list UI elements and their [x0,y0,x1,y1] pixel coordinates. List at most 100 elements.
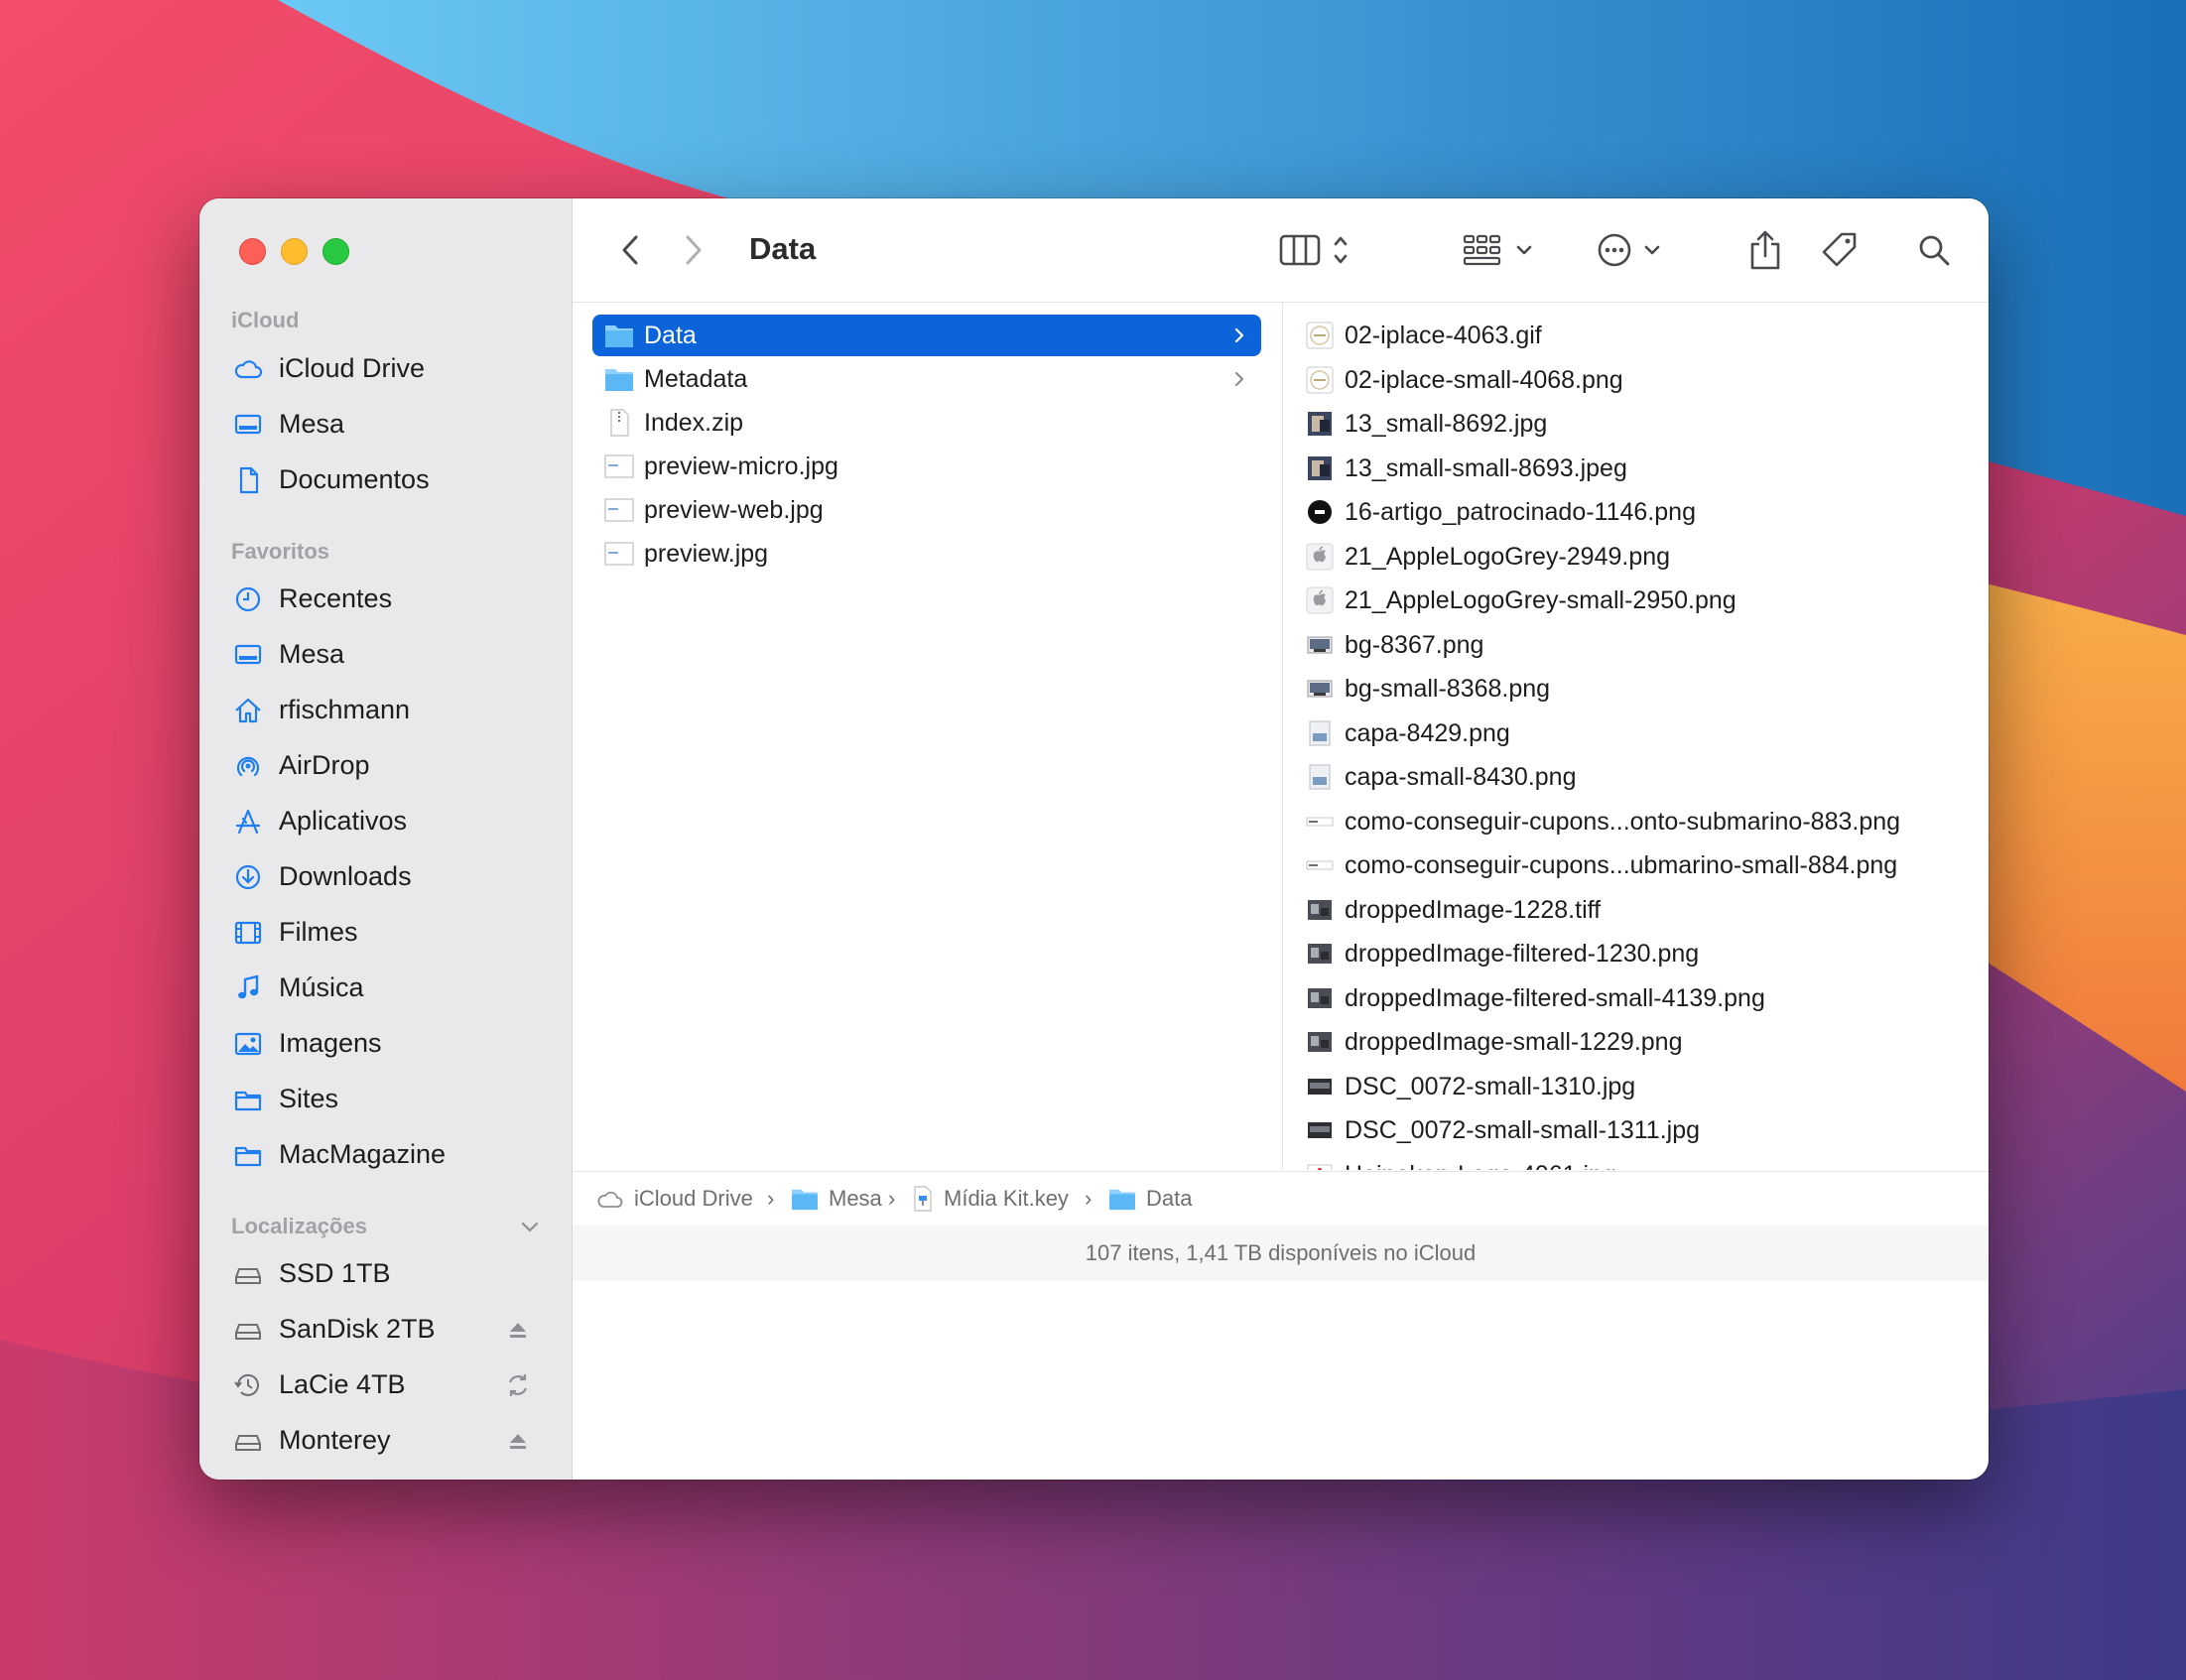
breadcrumb-label: Mídia Kit.key [944,1186,1069,1211]
list-item[interactable]: Metadata [592,358,1261,400]
list-item-label: Heineken-Logo-4061.jpg [1345,1154,1616,1171]
list-item[interactable]: 21_AppleLogoGrey-2949.png [1305,536,1960,578]
list-item[interactable]: como-conseguir-cupons...onto-submarino-8… [1305,801,1960,842]
sidebar-item-documentos[interactable]: Documentos [199,457,572,501]
sidebar-item-airdrop[interactable]: AirDrop [199,743,572,787]
chevron-left-icon [622,235,638,265]
finder-window: iCloud iCloud Drive Mesa Documentos Favo… [199,198,1989,1480]
list-item-label: 02-iplace-small-4068.png [1345,365,1623,394]
toolbar: Data [573,198,1989,303]
back-button[interactable] [612,228,648,272]
list-item[interactable]: preview-web.jpg [592,489,1261,531]
sidebar-item-sandisk-2tb[interactable]: SanDisk 2TB [199,1307,572,1351]
chevron-down-icon[interactable] [519,1216,541,1237]
breadcrumb-midia-kit[interactable]: Mídia Kit.key [912,1172,1069,1226]
list-item[interactable]: droppedImage-1228.tiff [1305,889,1960,931]
action-menu-button[interactable] [1595,228,1674,272]
list-item[interactable]: 21_AppleLogoGrey-small-2950.png [1305,580,1960,621]
close-button[interactable] [239,238,266,265]
list-item[interactable]: droppedImage-filtered-small-4139.png [1305,977,1960,1019]
list-item[interactable]: preview.jpg [592,533,1261,575]
breadcrumb-separator: › [1085,1186,1093,1211]
minimize-button[interactable] [281,238,308,265]
list-item-label: 21_AppleLogoGrey-2949.png [1345,542,1671,571]
folder-icon [233,1140,263,1170]
list-item[interactable]: droppedImage-filtered-1230.png [1305,933,1960,974]
list-item[interactable]: bg-8367.png [1305,624,1960,666]
view-mode-button[interactable] [1277,228,1356,272]
image-thumbnail-icon [1305,1072,1335,1101]
sidebar-item-ssd-1tb[interactable]: SSD 1TB [199,1251,572,1295]
sidebar-item-mesa[interactable]: Mesa [199,402,572,446]
breadcrumb-data[interactable]: Data [1108,1172,1192,1226]
sidebar-item-label: rfischmann [279,695,411,724]
breadcrumb-label: iCloud Drive [634,1186,753,1211]
sidebar-item-label: Mesa [279,639,345,669]
search-button[interactable] [1912,228,1956,272]
keynote-file-icon [914,1186,932,1212]
group-by-button[interactable] [1461,228,1540,272]
list-item[interactable]: 02-iplace-4063.gif [1305,315,1960,356]
film-icon [233,918,263,948]
zoom-button[interactable] [322,238,349,265]
image-thumbnail-icon [1305,983,1335,1013]
sidebar-item-macmagazine[interactable]: MacMagazine [199,1132,572,1176]
clock-icon [233,584,263,614]
list-item[interactable]: Heineken-Logo-4061.jpg [1305,1154,1960,1171]
sidebar-item-mesa-favorito[interactable]: Mesa [199,632,572,676]
image-thumbnail-icon [1305,1115,1335,1145]
list-item-label: como-conseguir-cupons...ubmarino-small-8… [1345,851,1898,879]
sidebar-item-lacie-4tb[interactable]: LaCie 4TB [199,1362,572,1406]
sidebar-item-icloud-drive[interactable]: iCloud Drive [199,346,572,390]
image-thumbnail-icon [1305,365,1335,395]
breadcrumb-label: Data [1146,1186,1193,1211]
list-item[interactable]: Data [592,315,1261,356]
sidebar-item-imagens[interactable]: Imagens [199,1021,572,1065]
sidebar-item-label: SSD 1TB [279,1258,391,1288]
sidebar-item-recentes[interactable]: Recentes [199,577,572,620]
list-item[interactable]: DSC_0072-small-1310.jpg [1305,1066,1960,1107]
eject-icon[interactable] [503,1426,533,1456]
sidebar-item-monterey[interactable]: Monterey [199,1418,572,1462]
sidebar-item-musica[interactable]: Música [199,966,572,1009]
sidebar-item-rfischmann[interactable]: rfischmann [199,688,572,731]
list-item[interactable]: capa-small-8430.png [1305,756,1960,798]
list-item[interactable]: capa-8429.png [1305,712,1960,754]
document-icon [233,465,263,495]
sidebar-item-label: Música [279,972,364,1002]
sidebar-item-filmes[interactable]: Filmes [199,910,572,954]
disk-icon [233,1315,263,1345]
list-item[interactable]: bg-small-8368.png [1305,668,1960,710]
list-item[interactable]: 16-artigo_patrocinado-1146.png [1305,491,1960,533]
folder-icon [233,1085,263,1114]
breadcrumb-mesa[interactable]: Mesa [791,1172,882,1226]
list-item[interactable]: droppedImage-small-1229.png [1305,1021,1960,1063]
sidebar-item-label: LaCie 4TB [279,1369,406,1399]
status-bar: 107 itens, 1,41 TB disponíveis no iCloud [573,1226,1989,1281]
forward-button[interactable] [676,228,711,272]
eject-icon[interactable] [503,1315,533,1345]
tags-button[interactable] [1818,228,1862,272]
sidebar-item-downloads[interactable]: Downloads [199,854,572,898]
list-item[interactable]: DSC_0072-small-small-1311.jpg [1305,1109,1960,1151]
list-item[interactable]: 13_small-8692.jpg [1305,403,1960,445]
sidebar-item-label: Recentes [279,583,393,613]
breadcrumb-icloud-drive[interactable]: iCloud Drive [596,1172,753,1226]
list-item[interactable]: preview-micro.jpg [592,446,1261,487]
list-item[interactable]: como-conseguir-cupons...ubmarino-small-8… [1305,844,1960,886]
list-item[interactable]: Index.zip [592,402,1261,444]
image-thumbnail-icon [1305,807,1335,837]
breadcrumb-separator: › [888,1186,896,1211]
list-item[interactable]: 02-iplace-small-4068.png [1305,359,1960,401]
image-thumbnail-icon [1305,409,1335,439]
image-file-icon [604,495,634,525]
chevron-right-icon [1234,327,1244,343]
list-item-label: droppedImage-filtered-small-4139.png [1345,983,1765,1012]
list-item[interactable]: 13_small-small-8693.jpeg [1305,448,1960,489]
list-item-label: bg-8367.png [1345,630,1484,659]
sidebar-item-aplicativos[interactable]: Aplicativos [199,799,572,842]
share-button[interactable] [1743,226,1787,274]
sidebar-item-sites[interactable]: Sites [199,1077,572,1120]
folder-icon [604,321,634,350]
ellipsis-circle-icon [1598,233,1660,267]
